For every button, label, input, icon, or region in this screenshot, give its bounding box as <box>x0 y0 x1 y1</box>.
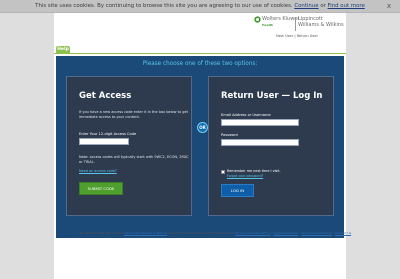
choose-option-heading: Please choose one of these two options: <box>142 61 258 67</box>
login-button[interactable]: LOG IN <box>221 184 254 197</box>
forgot-password-link[interactable]: Forgot your password? <box>227 174 263 178</box>
remember-me-checkbox[interactable] <box>221 170 225 174</box>
wolters-kluwer-logo-icon <box>254 16 261 23</box>
cookie-continue-link[interactable]: Continue <box>294 3 318 9</box>
publisher-logo: Wolters Kluwer Health Lippincott William… <box>254 15 344 35</box>
brand-imprint-line-2: Williams & Wilkins <box>298 22 344 28</box>
get-access-intro: If you have a new access code enter it i… <box>79 110 189 119</box>
get-access-box: Get Access If you have a new access code… <box>66 76 192 216</box>
cookie-find-out-more-link[interactable]: Find out more <box>328 3 365 9</box>
footer: All material copyright ©2023 Lippincott … <box>79 231 351 235</box>
footer-copyright: All material copyright ©2023 <box>79 231 123 235</box>
cookie-or-text: or <box>320 3 326 9</box>
cookie-text: This site uses cookies. By continuing to… <box>35 3 293 9</box>
brand-divider <box>295 17 296 31</box>
access-panel: Please choose one of these two options: … <box>56 56 344 238</box>
brand-name: Wolters Kluwer <box>262 16 300 22</box>
password-input[interactable] <box>221 139 299 146</box>
need-access-code-link[interactable]: Need an access code? <box>79 169 117 173</box>
get-access-title: Get Access <box>79 91 132 101</box>
cookie-banner: This site uses cookies. By continuing to… <box>0 0 400 13</box>
footer-privacy-link[interactable]: Privacy & Cookie Policy <box>236 231 271 235</box>
submit-code-button[interactable]: SUBMIT CODE <box>79 182 123 195</box>
email-input[interactable] <box>221 119 299 126</box>
footer-legal-link[interactable]: Legal Disclaimer <box>273 231 298 235</box>
page-container: Wolters Kluwer Health Lippincott William… <box>54 13 351 279</box>
or-divider-badge: OR <box>197 122 208 133</box>
email-label: Email Address or Username <box>221 113 271 117</box>
access-code-note: Note: access codes will typically start … <box>79 155 189 164</box>
cookie-close-button[interactable]: x <box>387 0 391 13</box>
access-code-input[interactable] <box>79 138 129 145</box>
header-divider <box>54 53 346 54</box>
header-link-separator: | <box>294 34 296 38</box>
header-links: New User | Return User <box>276 34 318 38</box>
password-label: Password <box>221 133 238 137</box>
footer-lww-link[interactable]: Lippincott Williams & Wilkins <box>124 231 167 235</box>
remember-me-label: Remember me next time I visit. <box>227 169 281 173</box>
brand-health: Health <box>262 23 274 27</box>
login-box: Return User — Log In Email Address or Us… <box>208 76 334 216</box>
login-title: Return User — Log In <box>221 91 323 101</box>
footer-rights: , parts of its publications. All rights … <box>167 231 235 235</box>
brand-imprint: Lippincott Williams & Wilkins <box>298 16 344 28</box>
access-code-label: Enter Your 12-digit Access Code <box>79 132 137 136</box>
footer-contact-link[interactable]: Contact Us <box>335 231 351 235</box>
new-user-link[interactable]: New User <box>276 34 293 38</box>
return-user-link[interactable]: Return User <box>297 34 318 38</box>
footer-technical-link[interactable]: Technical Assistance <box>301 231 332 235</box>
